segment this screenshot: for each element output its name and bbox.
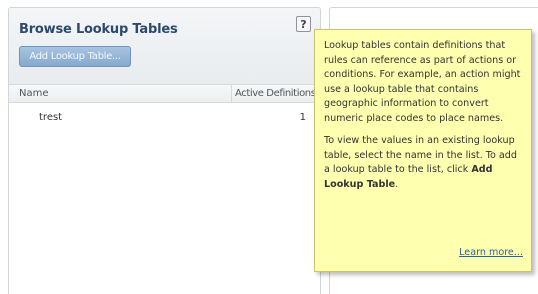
panel-header: Browse Lookup Tables ? Add Lookup Table.… <box>9 8 320 84</box>
help-tooltip: Lookup tables contain definitions that r… <box>314 29 532 272</box>
tooltip-paragraph-1: Lookup tables contain definitions that r… <box>324 40 521 124</box>
table-row[interactable]: trest 1 <box>9 110 320 128</box>
add-lookup-table-button[interactable]: Add Lookup Table... <box>19 46 131 67</box>
row-name[interactable]: trest <box>39 112 62 123</box>
tooltip-paragraph-2: To view the values in an existing lookup… <box>324 134 523 192</box>
help-button[interactable]: ? <box>296 16 311 32</box>
column-divider[interactable] <box>231 85 232 103</box>
browse-lookup-panel: Browse Lookup Tables ? Add Lookup Table.… <box>8 7 321 294</box>
panel-title: Browse Lookup Tables <box>19 22 178 37</box>
table-header: Name Active Definitions <box>9 84 320 103</box>
tooltip-paragraph-2-end: . <box>395 178 399 190</box>
learn-more-link[interactable]: Learn more... <box>459 246 523 261</box>
column-header-name[interactable]: Name <box>19 88 49 99</box>
row-active-definitions: 1 <box>299 112 306 123</box>
column-header-active-definitions[interactable]: Active Definitions <box>235 88 316 99</box>
